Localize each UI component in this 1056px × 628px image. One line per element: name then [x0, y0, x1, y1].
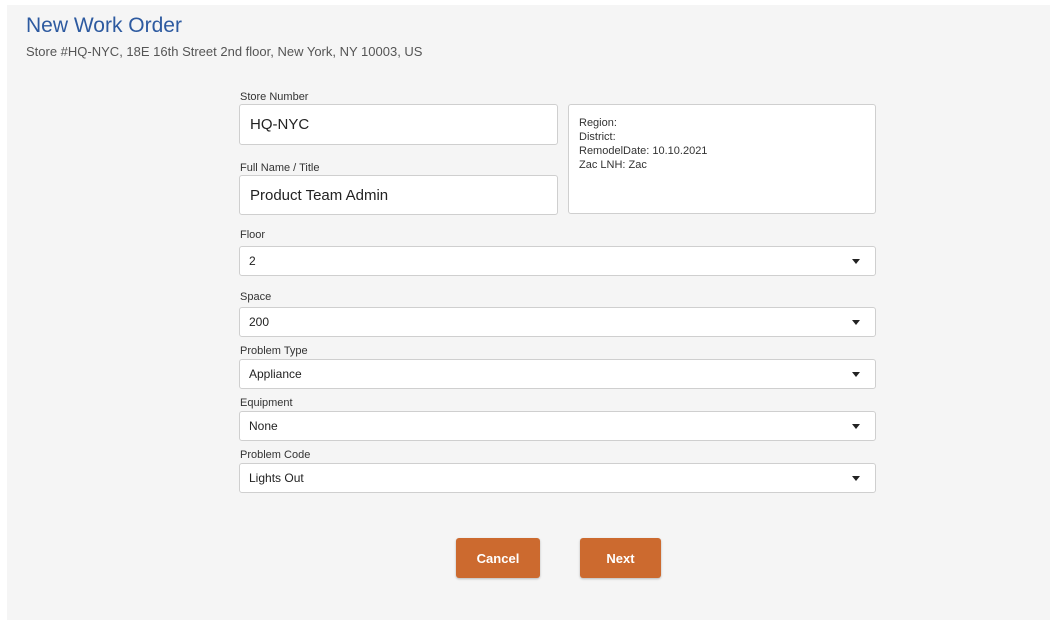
- problem-code-label: Problem Code: [240, 449, 311, 461]
- full-name-field[interactable]: Product Team Admin: [239, 175, 558, 215]
- region-text: Region:: [579, 117, 617, 129]
- equipment-label: Equipment: [240, 397, 293, 409]
- equipment-value: None: [249, 419, 278, 433]
- page-title: New Work Order: [26, 14, 182, 37]
- floor-value: 2: [249, 254, 256, 268]
- cancel-button[interactable]: Cancel: [456, 538, 540, 578]
- store-number-value: HQ-NYC: [250, 116, 310, 133]
- equipment-select[interactable]: None: [239, 411, 876, 441]
- floor-select[interactable]: 2: [239, 246, 876, 276]
- store-address: Store #HQ-NYC, 18E 16th Street 2nd floor…: [26, 44, 423, 59]
- floor-label: Floor: [240, 229, 266, 241]
- problem-code-select[interactable]: Lights Out: [239, 463, 876, 493]
- chevron-down-icon: [852, 423, 860, 429]
- store-info-box: Region: District: RemodelDate: 10.10.202…: [568, 104, 876, 214]
- chevron-down-icon: [852, 371, 860, 377]
- chevron-down-icon: [852, 319, 860, 325]
- problem-code-value: Lights Out: [249, 471, 304, 485]
- next-button[interactable]: Next: [580, 538, 661, 578]
- zac-lnh-text: Zac LNH: Zac: [579, 159, 647, 171]
- chevron-down-icon: [852, 475, 860, 481]
- problem-type-select[interactable]: Appliance: [239, 359, 876, 389]
- problem-type-label: Problem Type: [240, 345, 308, 357]
- space-select[interactable]: 200: [239, 307, 876, 337]
- store-number-label: Store Number: [240, 91, 309, 103]
- store-number-field[interactable]: HQ-NYC: [239, 104, 558, 145]
- full-name-label: Full Name / Title: [240, 162, 320, 174]
- full-name-value: Product Team Admin: [250, 186, 389, 204]
- chevron-down-icon: [852, 258, 860, 264]
- district-text: District:: [579, 131, 616, 143]
- remodel-date-text: RemodelDate: 10.10.2021: [579, 145, 708, 157]
- space-value: 200: [249, 315, 270, 329]
- space-label: Space: [240, 291, 272, 303]
- problem-type-value: Appliance: [249, 367, 302, 381]
